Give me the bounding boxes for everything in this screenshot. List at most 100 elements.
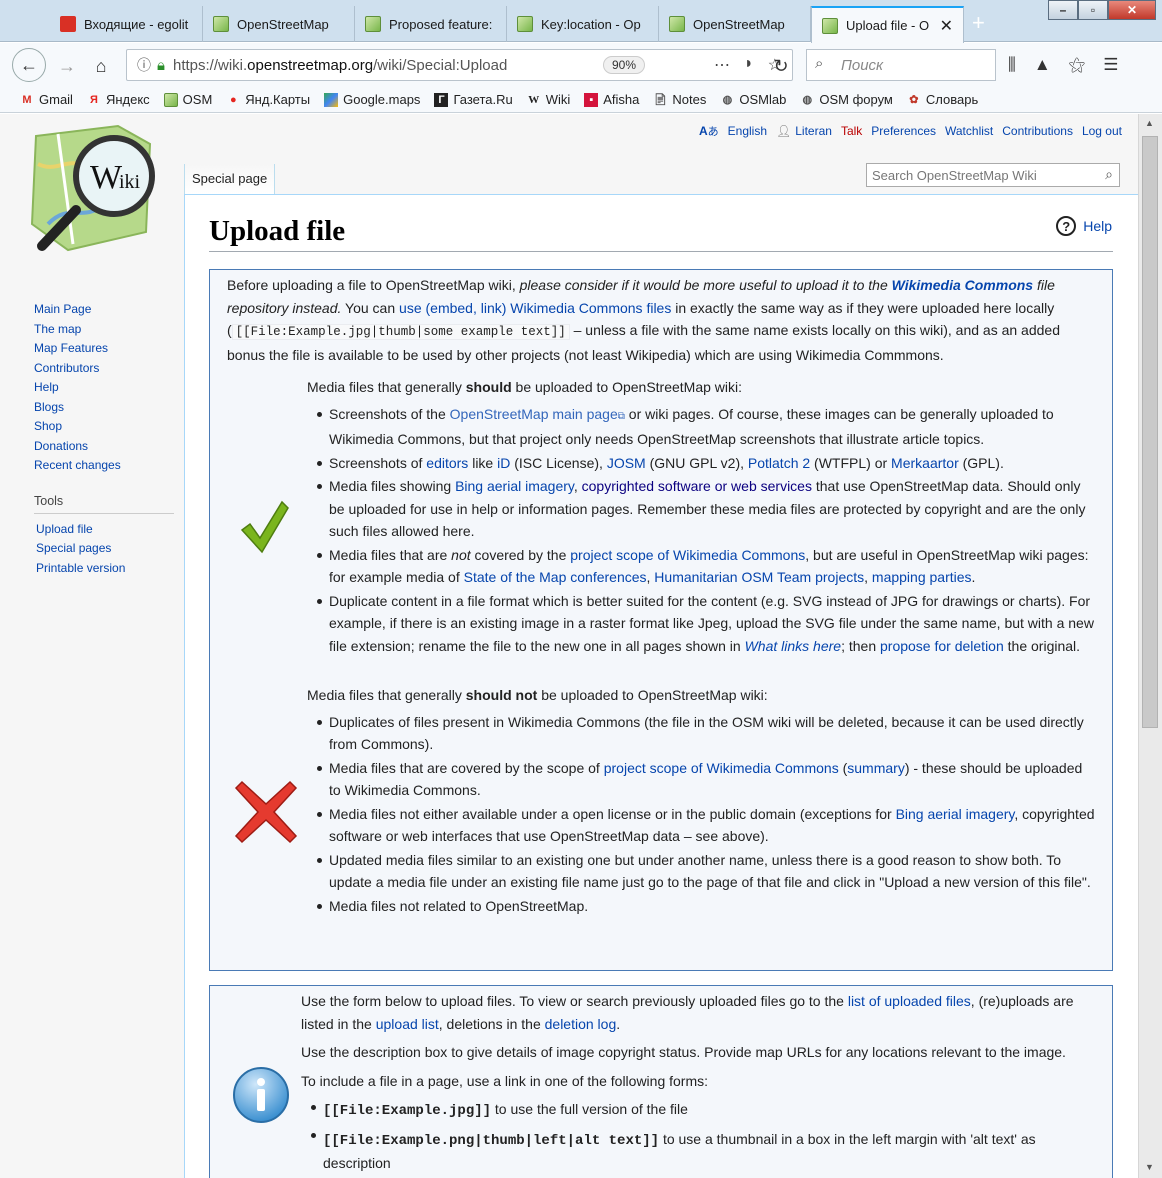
project-scope-link[interactable]: project scope of Wikimedia Commons: [570, 547, 805, 563]
bing-imagery-link-2[interactable]: Bing aerial imagery: [896, 806, 1015, 822]
browser-tab-gmail[interactable]: Входящие - egolit: [50, 6, 203, 42]
address-bar[interactable]: ⓘ 🔒︎ https://wiki.openstreetmap.org/wiki…: [126, 49, 793, 81]
preferences-link[interactable]: Preferences: [871, 124, 936, 138]
user-link[interactable]: Literan: [795, 124, 832, 138]
main-content: Upload file ? Help Before uploading a fi…: [184, 194, 1138, 1178]
zoom-level[interactable]: 90%: [603, 56, 646, 74]
close-tab-icon[interactable]: ✕: [940, 16, 953, 36]
extension-icon[interactable]: ⚝: [1069, 55, 1086, 75]
browser-nav-bar: ← → ⌂ ⓘ 🔒︎ https://wiki.openstreetmap.or…: [0, 43, 1162, 87]
sidebar-item-special-pages[interactable]: Special pages: [34, 539, 174, 559]
browser-tab-osm-2[interactable]: OpenStreetMap: [659, 6, 811, 42]
logout-link[interactable]: Log out: [1082, 124, 1122, 138]
forward-button[interactable]: →: [52, 51, 82, 81]
sidebar-item-recent-changes[interactable]: Recent changes: [34, 456, 174, 476]
sidebar-item-printable-version[interactable]: Printable version: [34, 559, 174, 579]
hot-link[interactable]: Humanitarian OSM Team projects: [654, 569, 864, 585]
window-controls: – ▫ ✕: [1048, 0, 1156, 20]
bookmark-gazeta[interactable]: Г Газета.Ru: [434, 92, 513, 107]
browser-search-input[interactable]: ⌕ Поиск: [806, 49, 996, 81]
summary-link[interactable]: summary: [847, 760, 905, 776]
wiki-search-input[interactable]: Search OpenStreetMap Wiki ⌕: [866, 163, 1120, 187]
sidebar-item-contributors[interactable]: Contributors: [34, 359, 174, 379]
bookmark-google-maps[interactable]: Google.maps: [324, 92, 420, 107]
osm-wiki-logo[interactable]: W iki: [28, 124, 156, 254]
scrollbar-thumb[interactable]: [1142, 136, 1158, 728]
reload-button[interactable]: ↻: [766, 51, 796, 81]
browser-tab-upload-file[interactable]: Upload file - O ✕: [811, 6, 964, 43]
browser-tab-osm[interactable]: OpenStreetMap: [203, 6, 355, 42]
language-icon[interactable]: Aあ: [699, 123, 719, 139]
osm-main-page-link[interactable]: OpenStreetMap main page: [450, 406, 618, 422]
upload-log-link[interactable]: upload list: [376, 1016, 439, 1032]
tab-special-page[interactable]: Special page: [184, 164, 276, 194]
id-link[interactable]: iD: [497, 455, 510, 471]
close-window-button[interactable]: ✕: [1108, 0, 1156, 20]
more-actions-icon[interactable]: ⋯: [714, 55, 730, 75]
search-icon[interactable]: ⌕: [1105, 166, 1113, 183]
info-icon: [233, 1067, 289, 1123]
personal-tools: Aあ English 👤︎ Literan Talk Preferences W…: [699, 123, 1122, 139]
potlatch-link[interactable]: Potlatch 2: [748, 455, 810, 471]
bookmark-yandex-maps[interactable]: ● Янд.Карты: [226, 92, 310, 107]
bookmark-notes[interactable]: 📄︎ Notes: [653, 92, 706, 107]
watchlist-link[interactable]: Watchlist: [945, 124, 993, 138]
mapping-parties-link[interactable]: mapping parties: [872, 569, 972, 585]
instructions-paragraph: Use the form below to upload files. To v…: [301, 993, 1074, 1032]
sync-icon[interactable]: ▲: [1034, 55, 1051, 75]
help-link[interactable]: ? Help: [1056, 216, 1112, 236]
sidebar-item-the-map[interactable]: The map: [34, 320, 174, 340]
new-tab-button[interactable]: +: [972, 10, 985, 36]
minimize-button[interactable]: –: [1048, 0, 1078, 20]
sotm-link[interactable]: State of the Map conferences: [464, 569, 647, 585]
sidebar-item-map-features[interactable]: Map Features: [34, 339, 174, 359]
contributions-link[interactable]: Contributions: [1002, 124, 1073, 138]
project-scope-link-2[interactable]: project scope of Wikimedia Commons: [604, 760, 839, 776]
gmail-icon: M: [22, 93, 32, 106]
bookmark-osm[interactable]: OSM: [163, 92, 212, 107]
bookmark-osmlab[interactable]: ◍ OSMlab: [720, 92, 787, 107]
sidebar-item-shop[interactable]: Shop: [34, 417, 174, 437]
josm-link[interactable]: JOSM: [607, 455, 646, 471]
sidebar-item-main-page[interactable]: Main Page: [34, 300, 174, 320]
list-item: Screenshots of editors like iD (ISC Lice…: [307, 452, 1097, 475]
bing-imagery-link[interactable]: Bing aerial imagery: [455, 478, 574, 494]
use-embed-link[interactable]: use (embed, link) Wikimedia Commons file…: [399, 300, 671, 316]
browser-tab-key-location[interactable]: Key:location - Op: [507, 6, 659, 42]
list-item: Media files not related to OpenStreetMap…: [307, 895, 1097, 918]
maximize-button[interactable]: ▫: [1078, 0, 1108, 20]
sidebar-item-upload-file[interactable]: Upload file: [34, 520, 174, 540]
bookmark-osm-forum[interactable]: ◍ OSM форум: [800, 92, 893, 107]
what-links-here-link[interactable]: What links here: [745, 638, 841, 654]
bookmark-dictionary[interactable]: ✿ Словарь: [907, 92, 978, 107]
sidebar-item-blogs[interactable]: Blogs: [34, 398, 174, 418]
sidebar-item-help[interactable]: Help: [34, 378, 174, 398]
bookmark-gmail[interactable]: M Gmail: [20, 92, 73, 107]
bookmark-afisha[interactable]: ▪ Afisha: [584, 92, 639, 107]
merkaartor-link[interactable]: Merkaartor: [891, 455, 959, 471]
pocket-icon[interactable]: ◗: [744, 55, 754, 75]
menu-icon[interactable]: ☰: [1103, 55, 1118, 75]
home-button[interactable]: ⌂: [86, 51, 116, 81]
bookmark-yandex[interactable]: Я Яндекс: [87, 92, 150, 107]
deletion-log-link[interactable]: deletion log: [545, 1016, 617, 1032]
bookmark-wiki[interactable]: W Wiki: [527, 92, 570, 107]
wikipedia-icon: W: [528, 93, 540, 106]
language-link[interactable]: English: [728, 124, 767, 138]
page-title: Upload file: [209, 215, 346, 247]
scroll-up-icon[interactable]: ▲: [1145, 118, 1154, 128]
editors-link[interactable]: editors: [426, 455, 468, 471]
vertical-scrollbar[interactable]: ▲ ▼: [1138, 114, 1162, 1178]
talk-link[interactable]: Talk: [841, 124, 862, 138]
library-icon[interactable]: ⫼: [1008, 55, 1016, 75]
sidebar-item-donations[interactable]: Donations: [34, 437, 174, 457]
browser-tab-bar: Входящие - egolit OpenStreetMap Proposed…: [0, 0, 1162, 43]
browser-tab-proposed-feature[interactable]: Proposed feature:: [355, 6, 507, 42]
wikimedia-commons-link[interactable]: Wikimedia Commons: [892, 277, 1033, 293]
propose-deletion-link[interactable]: propose for deletion: [880, 638, 1004, 654]
uploaded-files-link[interactable]: list of uploaded files: [848, 993, 971, 1009]
info-icon[interactable]: ⓘ: [137, 55, 151, 75]
list-item: [[File:Example.jpg]] to use the full ver…: [301, 1096, 1101, 1123]
back-button[interactable]: ←: [12, 48, 46, 82]
scroll-down-icon[interactable]: ▼: [1145, 1162, 1154, 1172]
